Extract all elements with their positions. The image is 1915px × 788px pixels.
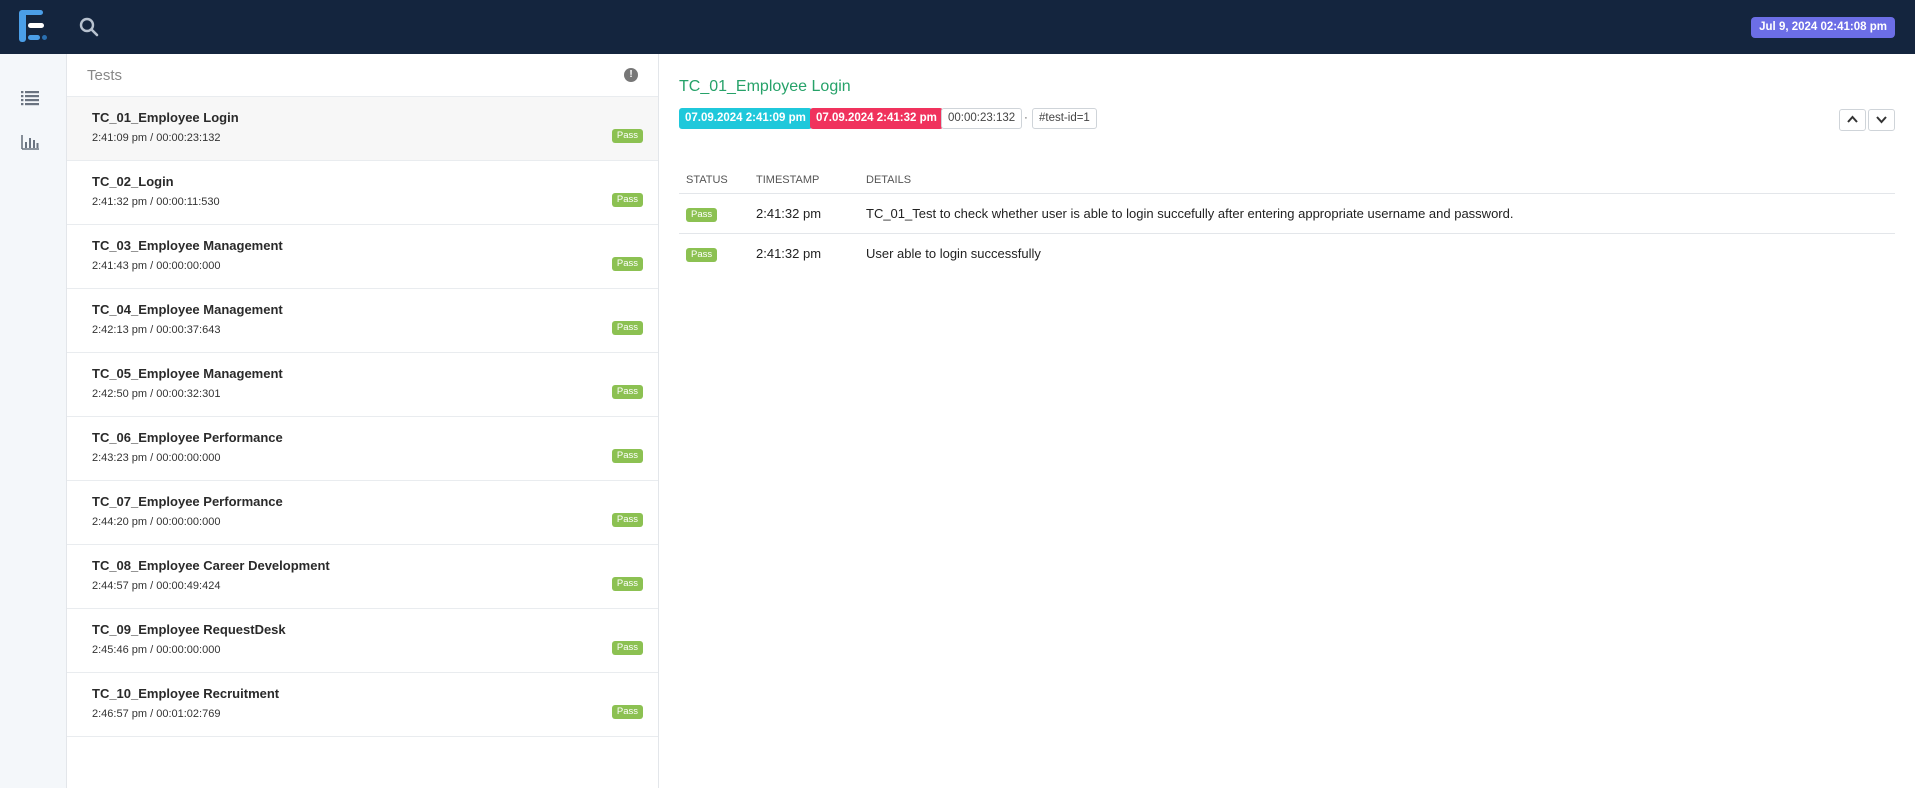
log-status-cell: Pass [679,234,749,274]
test-name: TC_02_Login [92,174,174,189]
side-navigation [0,54,67,788]
status-badge: Pass [611,577,643,591]
log-table-body: Pass 2:41:32 pm TC_01_Test to check whethe… [679,193,1895,274]
status-badge: Pass [611,129,643,143]
test-time: 2:45:46 pm / 00:00:00:000 [92,644,221,656]
column-details: Details [859,166,1895,194]
test-time: 2:41:09 pm / 00:00:23:132 [92,132,221,144]
test-time: 2:41:43 pm / 00:00:00:000 [92,260,221,272]
chevron-up-icon [1847,115,1858,123]
status-badge: Pass [611,321,643,335]
test-list-item[interactable]: TC_07_Employee Performance 2:44:20 pm / 0… [67,481,658,545]
search-icon[interactable] [78,16,100,38]
test-name: TC_09_Employee RequestDesk [92,622,286,637]
log-timestamp: 2:41:32 pm [749,193,859,234]
chevron-down-icon [1876,116,1887,124]
test-time: 2:46:57 pm / 00:01:02:769 [92,708,221,720]
log-table-header: Status Timestamp Details [679,166,1895,194]
test-time: 2:43:23 pm / 00:00:00:000 [92,452,221,464]
column-status: Status [679,166,749,194]
test-detail-panel: TC_01_Employee Login 07.09.2024 2:41:09 … [660,54,1915,788]
test-name: TC_07_Employee Performance [92,494,283,509]
report-date-badge: Jul 9, 2024 02:41:08 pm [1751,17,1895,38]
test-list-item[interactable]: TC_09_Employee RequestDesk 2:45:46 pm / 0… [67,609,658,673]
list-icon[interactable] [20,88,40,106]
log-row: Pass 2:41:32 pm User able to login success… [679,234,1895,274]
test-time: 2:42:13 pm / 00:00:37:643 [92,324,221,336]
test-time: 2:44:20 pm / 00:00:00:000 [92,516,221,528]
test-list-item[interactable]: TC_01_Employee Login 2:41:09 pm / 00:00:2… [67,97,658,161]
status-badge: Pass [686,248,718,262]
status-badge: Pass [611,449,643,463]
status-badge: Pass [611,385,643,399]
log-table: Status Timestamp Details Pass 2:41:32 pm T… [679,166,1895,273]
test-name: TC_05_Employee Management [92,366,283,381]
status-badge: Pass [611,641,643,655]
test-list: TC_01_Employee Login 2:41:09 pm / 00:00:2… [67,97,658,737]
log-timestamp: 2:41:32 pm [756,246,822,261]
tests-title: Tests [87,67,123,84]
status-badge: Pass [686,208,718,222]
column-timestamp: Timestamp [749,166,859,194]
test-time: 2:42:50 pm / 00:00:32:301 [92,388,221,400]
tests-header: Tests ! [67,54,658,97]
logo-icon[interactable] [19,9,49,43]
test-name: TC_01_Employee Login [92,110,239,125]
test-name: TC_06_Employee Performance [92,430,283,445]
test-list-item[interactable]: TC_08_Employee Career Development 2:44:57… [67,545,658,609]
status-badge: Pass [611,193,643,207]
bar-chart-icon[interactable] [20,133,40,151]
next-test-button[interactable] [1868,109,1895,131]
status-badge: Pass [611,705,643,719]
status-badge: Pass [611,257,643,271]
test-list-item[interactable]: TC_06_Employee Performance 2:43:23 pm / 0… [67,417,658,481]
test-time: 2:44:57 pm / 00:00:49:424 [92,580,221,592]
end-time-badge: 07.09.2024 2:41:32 pm [810,108,943,129]
log-row: Pass 2:41:32 pm TC_01_Test to check whethe… [679,193,1895,234]
test-list-item[interactable]: TC_05_Employee Management 2:42:50 pm / 00… [67,353,658,417]
top-navbar: Jul 9, 2024 02:41:08 pm [0,0,1915,54]
start-time-badge: 07.09.2024 2:41:09 pm [679,108,812,129]
test-list-item[interactable]: TC_02_Login 2:41:32 pm / 00:00:11:530 Pass [67,161,658,225]
test-list-item[interactable]: TC_10_Employee Recruitment 2:46:57 pm / 0… [67,673,658,737]
log-details: User able to login successfully [866,246,1041,261]
separator-dot: · [1024,112,1028,124]
test-name: TC_04_Employee Management [92,302,283,317]
test-name: TC_03_Employee Management [92,238,283,253]
log-details: TC_01_Test to check whether user is able… [859,193,1895,234]
tests-panel: Tests ! TC_01_Employee Login 2:41:09 pm /… [67,54,659,788]
test-time: 2:41:32 pm / 00:00:11:530 [92,196,220,208]
status-badge: Pass [611,513,643,527]
test-name: TC_08_Employee Career Development [92,558,330,573]
info-icon[interactable]: ! [624,68,638,82]
log-status-cell: Pass [679,193,749,234]
test-list-item[interactable]: TC_04_Employee Management 2:42:13 pm / 00… [67,289,658,353]
duration-badge: 00:00:23:132 [941,108,1023,129]
test-list-item[interactable]: TC_03_Employee Management 2:41:43 pm / 00… [67,225,658,289]
test-id-badge: #test-id=1 [1032,108,1097,129]
test-title: TC_01_Employee Login [679,78,851,95]
test-name: TC_10_Employee Recruitment [92,686,280,701]
previous-test-button[interactable] [1839,109,1866,131]
